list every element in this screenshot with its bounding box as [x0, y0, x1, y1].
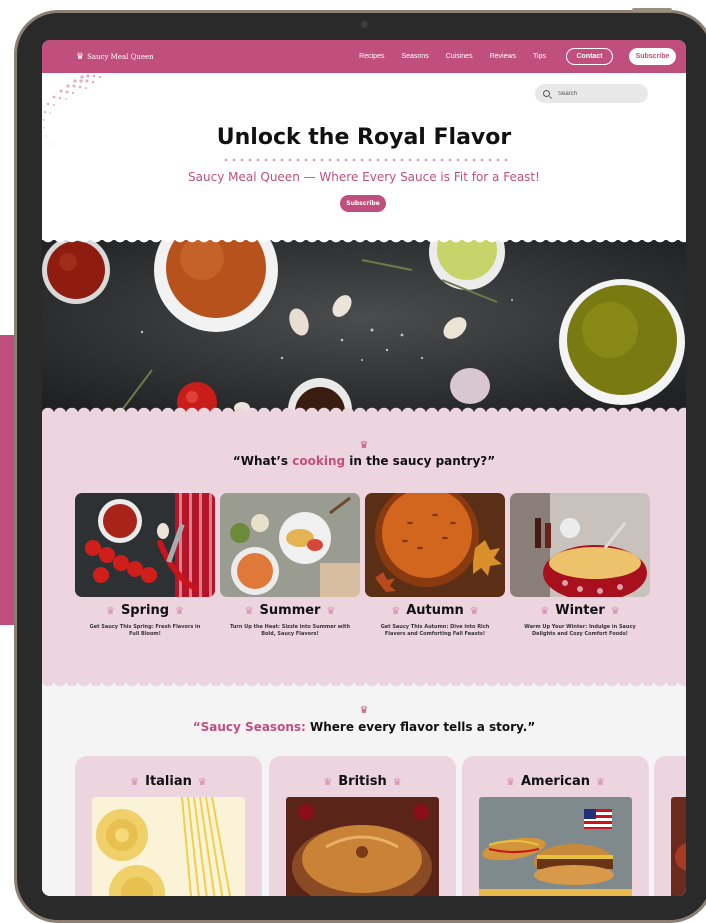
seasons-title-open: “What’s	[232, 454, 293, 468]
crown-icon: ♛	[76, 51, 85, 62]
navbar: ♛ Saucy Meal Queen Recipes Seasons Cuisi…	[42, 40, 686, 73]
hero-title: Unlock the Royal Flavor	[216, 125, 512, 150]
crown-icon: ♛	[323, 777, 333, 788]
crown-icon: ♛	[391, 606, 401, 617]
cuisine-card-british[interactable]: ♛ British ♛	[269, 756, 456, 896]
british-image	[286, 797, 439, 896]
seasons-scalloped-edge-top	[42, 404, 686, 414]
italian-image	[92, 797, 245, 896]
winter-title-text: Winter	[555, 603, 605, 618]
crown-icon: ♛	[359, 705, 369, 716]
spring-description: Get Saucy This Spring: Fresh Flavors in …	[89, 624, 201, 637]
summer-title: ♛ Summer ♛	[220, 603, 360, 618]
british-title-text: British	[338, 774, 387, 789]
spring-title-text: Spring	[120, 603, 170, 618]
background-accent-bar	[0, 335, 14, 625]
cuisine-card-partial[interactable]	[654, 756, 686, 896]
italian-title-text: Italian	[145, 774, 192, 789]
nav-links: Recipes Seasons Cuisines Reviews Tips Co…	[342, 48, 676, 65]
crown-icon: ♛	[359, 440, 369, 451]
contact-button[interactable]: Contact	[566, 48, 613, 65]
hero-subscribe-button[interactable]: Subscribe	[340, 195, 386, 212]
autumn-image	[365, 493, 505, 597]
search-input[interactable]	[558, 90, 638, 97]
screen: ♛ Saucy Meal Queen Recipes Seasons Cuisi…	[42, 40, 686, 896]
summer-title-text: Summer	[259, 603, 321, 618]
hero-scalloped-edge	[42, 236, 686, 248]
food-banner-image	[42, 240, 686, 412]
crown-icon: ♛	[610, 606, 620, 617]
summer-description: Turn Up the Heat: Sizzle into Summer wit…	[230, 624, 351, 637]
hero-section: Unlock the Royal Flavor Saucy Meal Queen…	[42, 73, 686, 249]
partial-cuisine-image	[671, 797, 686, 896]
tablet-power-button	[632, 8, 672, 12]
crown-icon: ♛	[175, 606, 185, 617]
winter-description: Warm Up Your Winter: Indulge in Saucy De…	[524, 624, 636, 637]
autumn-description: Get Saucy This Autumn: Dive into Rich Fl…	[380, 624, 490, 637]
american-title: ♛ American ♛	[462, 774, 649, 789]
season-card-winter[interactable]: ♛ Winter ♛ Warm Up Your Winter: Indulge in…	[510, 493, 650, 638]
summer-image	[220, 493, 360, 597]
subscribe-nav-button[interactable]: Subscribe	[629, 48, 676, 65]
cuisine-card-american[interactable]: ♛ American ♛	[462, 756, 649, 896]
search-icon	[543, 90, 550, 97]
season-card-autumn[interactable]: ♛ Autumn ♛ Get Saucy This Autumn: Dive int…	[365, 493, 505, 638]
season-cards: ♛ Spring ♛ Get Saucy This Spring: Fresh Fl…	[75, 493, 650, 637]
winter-image	[510, 493, 650, 597]
seasons-title-accent: cooking	[292, 454, 346, 468]
cuisines-title-rest: Where every flavor tells a story.”	[305, 720, 536, 734]
cuisine-card-italian[interactable]: ♛ Italian ♛	[75, 756, 262, 896]
seasons-scalloped-edge-bottom	[42, 680, 686, 690]
tablet-camera	[361, 21, 368, 28]
brand-name: Saucy Meal Queen	[87, 52, 154, 61]
search-bar[interactable]	[535, 84, 648, 103]
crown-icon: ♛	[326, 606, 336, 617]
crown-icon: ♛	[540, 606, 550, 617]
american-image	[479, 797, 632, 896]
nav-link-recipes[interactable]: Recipes	[359, 53, 384, 60]
crown-icon: ♛	[105, 606, 115, 617]
nav-link-reviews[interactable]: Reviews	[490, 53, 516, 60]
crown-icon: ♛	[506, 777, 515, 788]
autumn-title-text: Autumn	[406, 603, 464, 618]
british-title: ♛ British ♛	[269, 774, 456, 789]
nav-link-seasons[interactable]: Seasons	[401, 53, 428, 60]
season-card-spring[interactable]: ♛ Spring ♛ Get Saucy This Spring: Fresh Fl…	[75, 493, 215, 638]
seasons-section-title: “What’s cooking in the saucy pantry?”	[42, 454, 686, 468]
nav-link-tips[interactable]: Tips	[533, 53, 546, 60]
seasons-section: ♛ “What’s cooking in the saucy pantry?”	[42, 412, 686, 680]
cuisines-title-accent: “Saucy Seasons:	[192, 720, 306, 734]
nav-link-cuisines[interactable]: Cuisines	[446, 53, 473, 60]
seasons-title-rest: in the saucy pantry?”	[345, 454, 496, 468]
autumn-title: ♛ Autumn ♛	[365, 603, 505, 618]
winter-title: ♛ Winter ♛	[510, 603, 650, 618]
crown-icon: ♛	[197, 777, 207, 788]
hero-dotted-divider	[222, 158, 508, 162]
hero-subtitle: Saucy Meal Queen — Where Every Sauce is …	[188, 170, 540, 184]
brand-logo[interactable]: ♛ Saucy Meal Queen	[76, 52, 154, 62]
crown-icon: ♛	[392, 777, 402, 788]
crown-icon: ♛	[469, 606, 479, 617]
american-title-text: American	[520, 774, 591, 789]
spring-title: ♛ Spring ♛	[75, 603, 215, 618]
crown-icon: ♛	[130, 777, 140, 788]
italian-title: ♛ Italian ♛	[75, 774, 262, 789]
crown-icon: ♛	[244, 606, 254, 617]
crown-icon: ♛	[596, 777, 605, 788]
season-card-summer[interactable]: ♛ Summer ♛ Turn Up the Heat: Sizzle into S…	[220, 493, 360, 638]
cuisines-section-title: “Saucy Seasons: Where every flavor tells…	[42, 720, 686, 734]
spring-image	[75, 493, 215, 597]
cuisines-section: ♛ “Saucy Seasons: Where every flavor tel…	[42, 680, 686, 896]
